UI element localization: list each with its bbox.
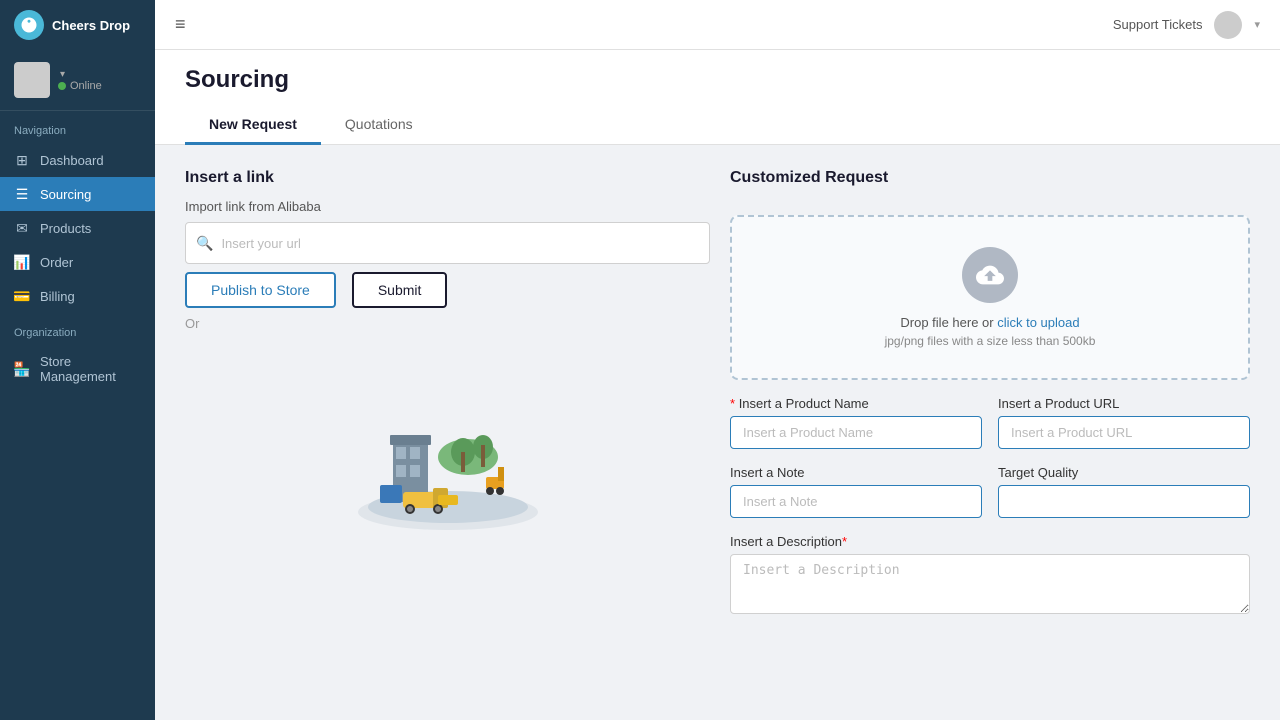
main-wrapper: ≡ Support Tickets ▾ Sourcing New Request… bbox=[155, 0, 1280, 720]
online-dot bbox=[58, 82, 66, 90]
insert-link-section: Insert a link Import link from Alibaba 🔍… bbox=[185, 169, 710, 331]
url-input-wrapper: 🔍 bbox=[185, 222, 710, 264]
avatar bbox=[14, 62, 50, 98]
billing-icon: 💳 bbox=[14, 288, 30, 304]
topbar-right: Support Tickets ▾ bbox=[1113, 11, 1260, 39]
main-body: Insert a link Import link from Alibaba 🔍… bbox=[155, 145, 1280, 700]
note-input[interactable] bbox=[730, 485, 982, 518]
sidebar-item-label: Order bbox=[40, 255, 73, 270]
search-icon: 🔍 bbox=[196, 235, 213, 252]
upload-subtext: jpg/png files with a size less than 500k… bbox=[885, 334, 1096, 348]
upload-link[interactable]: click to upload bbox=[997, 315, 1079, 330]
hamburger-icon[interactable]: ≡ bbox=[175, 14, 186, 35]
sourcing-icon: ☰ bbox=[14, 186, 30, 202]
sidebar-item-label: Sourcing bbox=[40, 187, 91, 202]
submit-button[interactable]: Submit bbox=[352, 272, 448, 308]
upload-text-label: Drop file here or bbox=[900, 315, 997, 330]
sidebar-logo: Cheers Drop bbox=[0, 0, 155, 50]
tab-new-request[interactable]: New Request bbox=[185, 106, 321, 145]
online-label: Online bbox=[70, 80, 102, 92]
sidebar-item-sourcing[interactable]: ☰ Sourcing bbox=[0, 177, 155, 211]
tab-quotations[interactable]: Quotations bbox=[321, 106, 437, 145]
note-label: Insert a Note bbox=[730, 465, 982, 480]
chevron-down-icon: ▾ bbox=[60, 69, 102, 80]
sidebar-item-label: Dashboard bbox=[40, 153, 104, 168]
or-divider: Or bbox=[185, 316, 710, 331]
sidebar: Cheers Drop ▾ Online Navigation ⊞ Dashbo… bbox=[0, 0, 155, 720]
product-name-group: * Insert a Product Name bbox=[730, 396, 982, 449]
product-name-label: * Insert a Product Name bbox=[730, 396, 982, 411]
sidebar-item-store-management[interactable]: 🏪 Store Management bbox=[0, 345, 155, 393]
tabs: New Request Quotations bbox=[185, 106, 1250, 144]
illustration bbox=[185, 357, 710, 537]
sidebar-item-label: Billing bbox=[40, 289, 75, 304]
note-group: Insert a Note bbox=[730, 465, 982, 518]
topbar-avatar[interactable] bbox=[1214, 11, 1242, 39]
sidebar-item-dashboard[interactable]: ⊞ Dashboard bbox=[0, 143, 155, 177]
logo-text: Cheers Drop bbox=[52, 18, 130, 33]
online-status: Online bbox=[58, 80, 102, 92]
content-area: Sourcing New Request Quotations Insert a… bbox=[155, 50, 1280, 720]
sidebar-item-products[interactable]: ✉ Products bbox=[0, 211, 155, 245]
upload-icon bbox=[962, 247, 1018, 303]
order-icon: 📊 bbox=[14, 254, 30, 270]
page-title: Sourcing bbox=[185, 66, 1250, 94]
user-info: ▾ Online bbox=[58, 69, 102, 92]
description-group: Insert a Description* bbox=[730, 534, 1250, 676]
publish-to-store-button[interactable]: Publish to Store bbox=[185, 272, 336, 308]
nav-section-label: Navigation bbox=[0, 111, 155, 143]
upload-text: Drop file here or click to upload bbox=[900, 315, 1079, 330]
product-url-input[interactable] bbox=[998, 416, 1250, 449]
insert-link-title: Insert a link bbox=[185, 169, 710, 187]
product-name-input[interactable] bbox=[730, 416, 982, 449]
button-row: Publish to Store Submit bbox=[185, 272, 710, 308]
support-tickets-link[interactable]: Support Tickets bbox=[1113, 17, 1203, 32]
sidebar-item-order[interactable]: 📊 Order bbox=[0, 245, 155, 279]
sidebar-item-label: Products bbox=[40, 221, 91, 236]
org-section-label: Organization bbox=[0, 313, 155, 345]
product-url-label: Insert a Product URL bbox=[998, 396, 1250, 411]
sidebar-user[interactable]: ▾ Online bbox=[0, 50, 155, 111]
right-panel: Customized Request Drop file here or cli… bbox=[730, 169, 1250, 676]
url-input[interactable] bbox=[221, 236, 699, 251]
topbar-chevron-icon[interactable]: ▾ bbox=[1254, 18, 1260, 31]
sidebar-item-label: Store Management bbox=[40, 354, 141, 384]
description-input[interactable] bbox=[730, 554, 1250, 614]
upload-zone[interactable]: Drop file here or click to upload jpg/pn… bbox=[730, 215, 1250, 380]
sidebar-item-billing[interactable]: 💳 Billing bbox=[0, 279, 155, 313]
topbar: ≡ Support Tickets ▾ bbox=[155, 0, 1280, 50]
product-name-url-row: * Insert a Product Name Insert a Product… bbox=[730, 396, 1250, 449]
page-header: Sourcing New Request Quotations bbox=[155, 50, 1280, 145]
note-quality-row: Insert a Note Target Quality High Qualit… bbox=[730, 465, 1250, 518]
import-link-label: Import link from Alibaba bbox=[185, 199, 710, 214]
logo-icon bbox=[14, 10, 44, 40]
quality-label: Target Quality bbox=[998, 465, 1250, 480]
store-icon: 🏪 bbox=[14, 361, 30, 377]
product-url-group: Insert a Product URL bbox=[998, 396, 1250, 449]
products-icon: ✉ bbox=[14, 220, 30, 236]
quality-input[interactable]: High Quality bbox=[998, 485, 1250, 518]
dashboard-icon: ⊞ bbox=[14, 152, 30, 168]
description-label: Insert a Description* bbox=[730, 534, 1250, 549]
left-panel: Insert a link Import link from Alibaba 🔍… bbox=[185, 169, 710, 676]
quality-group: Target Quality High Quality bbox=[998, 465, 1250, 518]
customized-request-title: Customized Request bbox=[730, 169, 1250, 187]
